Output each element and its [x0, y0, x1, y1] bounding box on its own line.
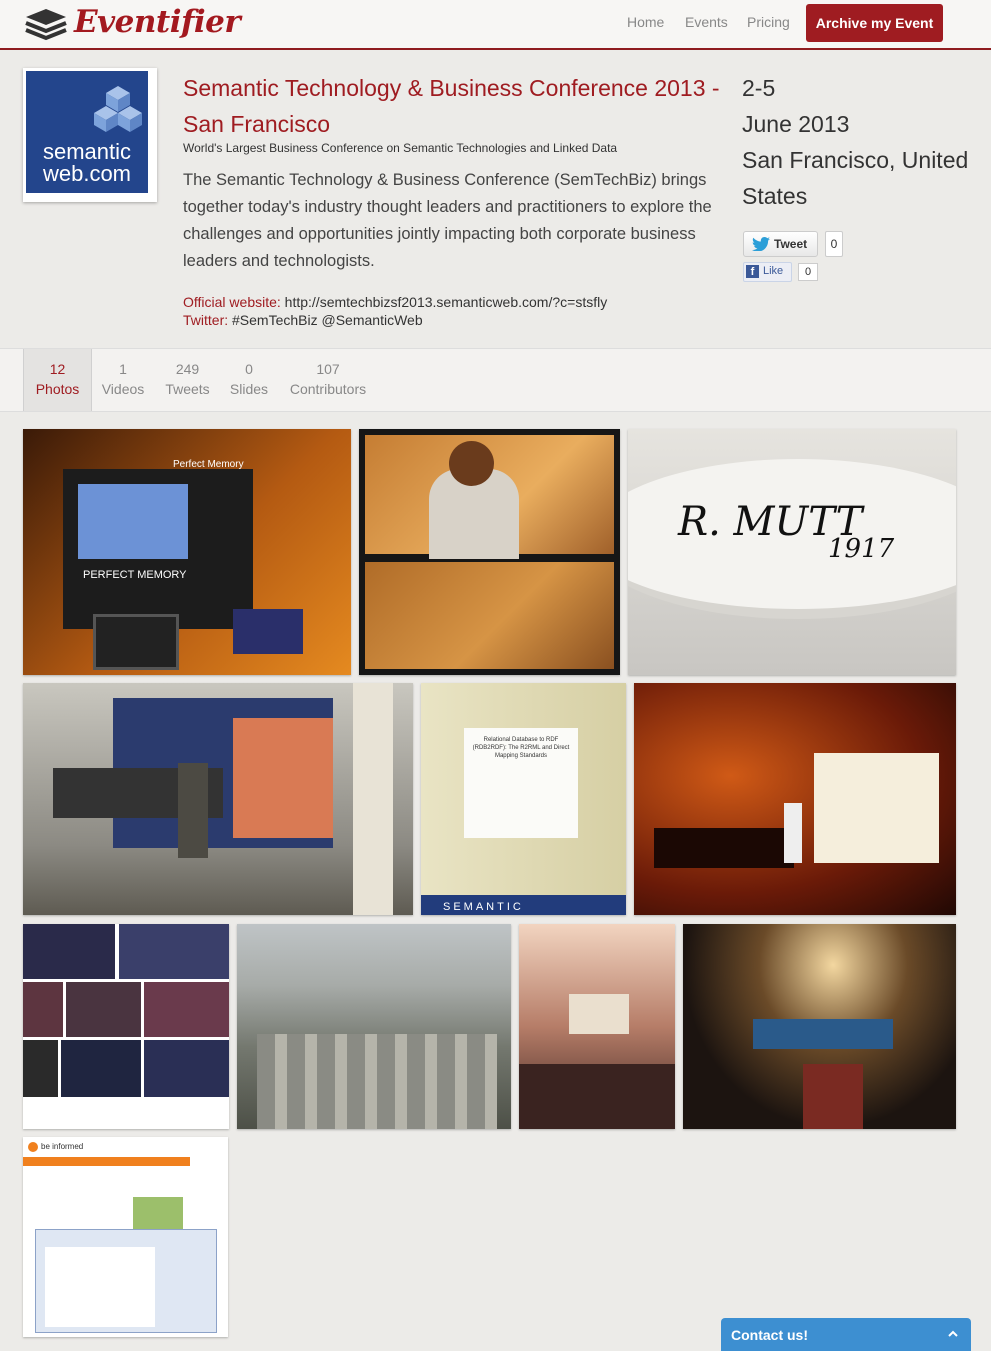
photo-caption: Relational Database to RDF (RDB2RDF): Th…: [464, 728, 578, 838]
event-links: Official website: http://semtechbizsf201…: [183, 293, 607, 329]
tab-count: 0: [245, 361, 253, 377]
photo-subtext: PERFECT MEMORY: [83, 569, 187, 581]
facebook-icon: f: [746, 265, 759, 278]
photo-thumbnail[interactable]: Relational Database to RDF (RDB2RDF): Th…: [421, 683, 626, 915]
tab-label: Videos: [101, 381, 145, 397]
photo-caption: Perfect Memory: [173, 459, 244, 470]
photo-thumbnail[interactable]: [23, 683, 413, 915]
tab-photos[interactable]: 12 Photos: [23, 349, 92, 411]
like-label: Like: [763, 265, 784, 277]
tab-tweets[interactable]: 249 Tweets: [160, 349, 215, 411]
tweet-label: Tweet: [774, 237, 808, 251]
tab-contributors[interactable]: 107 Contributors: [284, 349, 372, 411]
photo-caption: be informed: [41, 1142, 84, 1151]
nav-events-link[interactable]: Events: [685, 14, 728, 30]
tab-slides[interactable]: 0 Slides: [224, 349, 274, 411]
contact-us-button[interactable]: Contact us!: [721, 1318, 971, 1351]
photo-thumbnail[interactable]: [683, 924, 956, 1129]
photo-thumbnail[interactable]: R. MUTT 1917: [628, 429, 956, 675]
website-link[interactable]: http://semtechbizsf2013.semanticweb.com/…: [285, 294, 608, 310]
event-date-range: 2-5: [742, 75, 776, 101]
tab-count: 12: [49, 361, 66, 377]
photo-thumbnail[interactable]: [519, 924, 675, 1129]
photo-thumbnail[interactable]: [634, 683, 956, 915]
event-date-location: 2-5 June 2013 San Francisco, United Stat…: [742, 70, 982, 214]
tab-label: Photos: [35, 381, 80, 397]
like-count: 0: [798, 263, 818, 281]
tab-count: 1: [119, 361, 127, 377]
photo-thumbnail[interactable]: [237, 924, 511, 1129]
archive-my-event-button[interactable]: Archive my Event: [806, 4, 943, 42]
twitter-label: Twitter:: [183, 312, 229, 328]
logo-text: Eventifier: [74, 4, 241, 40]
photo-subtext: 1917: [828, 534, 895, 564]
thumb-text-line2: web.com: [42, 161, 132, 186]
tab-count: 249: [175, 361, 200, 377]
contact-label: Contact us!: [731, 1327, 808, 1343]
photo-subtext: SEMANTIC: [443, 901, 524, 913]
content-tabs: 12 Photos 1 Videos 249 Tweets 0 Slides 1…: [0, 348, 991, 412]
tab-label: Slides: [229, 381, 269, 397]
event-month-year: June 2013: [742, 111, 850, 137]
cubes-icon: [94, 86, 142, 132]
event-subtitle: World's Largest Business Conference on S…: [183, 141, 618, 155]
photo-thumbnail[interactable]: [359, 429, 620, 675]
photo-thumbnail[interactable]: be informed: [23, 1137, 228, 1337]
twitter-bird-icon: [752, 237, 770, 251]
tab-videos[interactable]: 1 Videos: [95, 349, 151, 411]
tweet-count: 0: [825, 231, 843, 257]
tweet-button[interactable]: Tweet: [743, 231, 818, 257]
twitter-handles[interactable]: #SemTechBiz @SemanticWeb: [232, 312, 423, 328]
event-logo-thumbnail: semantic web.com: [23, 68, 157, 202]
top-navbar: Eventifier Home Events Pricing Archive m…: [0, 0, 991, 50]
nav-home-link[interactable]: Home: [627, 14, 664, 30]
photo-thumbnail[interactable]: [23, 924, 229, 1129]
stack-logo-icon: [25, 9, 67, 41]
photo-thumbnail[interactable]: Perfect Memory PERFECT MEMORY: [23, 429, 351, 675]
tab-count: 107: [316, 361, 340, 377]
chevron-up-icon: [948, 1330, 958, 1337]
tab-label: Contributors: [289, 381, 367, 397]
event-title: Semantic Technology & Business Conferenc…: [183, 75, 720, 137]
nav-pricing-link[interactable]: Pricing: [747, 14, 790, 30]
thumb-text-line1: semantic: [42, 139, 132, 164]
tab-label: Tweets: [165, 381, 210, 397]
website-label: Official website:: [183, 294, 281, 310]
event-location: San Francisco, United States: [742, 147, 969, 209]
facebook-like-button[interactable]: f Like: [743, 262, 792, 282]
event-description: The Semantic Technology & Business Confe…: [183, 171, 712, 270]
